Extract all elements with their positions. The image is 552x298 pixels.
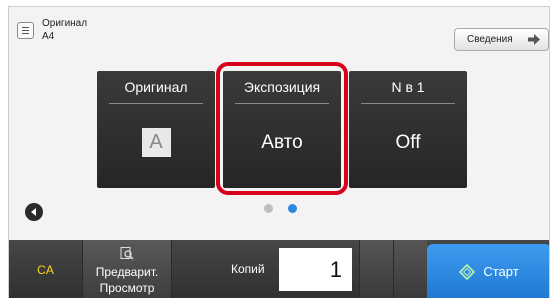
preview-label-2: Просмотр	[99, 281, 155, 295]
original-size: A4	[42, 31, 55, 42]
arrow-right-icon	[528, 34, 540, 45]
card-n-in-1-title: N в 1	[391, 79, 425, 95]
start-button[interactable]: Старт	[427, 244, 549, 298]
highlight-frame	[216, 62, 348, 195]
card-original-title: Оригинал	[124, 79, 188, 95]
preview-button[interactable]: Предварит. Просмотр	[82, 240, 172, 298]
original-document-icon	[17, 22, 34, 39]
card-divider	[361, 103, 455, 104]
card-n-in-1[interactable]: N в 1 Off	[349, 71, 467, 188]
details-button[interactable]: Сведения	[454, 28, 549, 51]
details-label: Сведения	[467, 34, 513, 45]
card-n-in-1-value: Off	[395, 132, 421, 153]
copies-label: Копий	[231, 262, 265, 276]
original-label: Оригинал	[42, 18, 88, 29]
original-info[interactable]: Оригинал A4	[17, 17, 87, 43]
preview-magnifier-icon	[120, 247, 134, 260]
card-divider	[109, 103, 203, 104]
page-dot-2-active[interactable]	[288, 204, 297, 213]
start-label: Старт	[483, 264, 519, 279]
scroll-left-icon[interactable]	[25, 203, 43, 221]
card-original-value: A	[141, 128, 171, 157]
bottom-bar: CA Предварит. Просмотр Копий 1 Старт	[9, 240, 549, 298]
page-dot-1[interactable]	[264, 204, 273, 213]
ca-label: CA	[37, 262, 54, 277]
copy-screen: Оригинал A4 Сведения Оригинал A Экспозиц…	[8, 6, 550, 298]
start-diamond-icon	[459, 263, 476, 280]
preview-label-1: Предварит.	[95, 265, 159, 279]
clear-all-button[interactable]: CA	[9, 240, 82, 298]
card-original[interactable]: Оригинал A	[97, 71, 215, 188]
copies-input[interactable]: 1	[279, 248, 352, 291]
blank-key-2[interactable]	[393, 240, 427, 298]
blank-key-1[interactable]	[359, 240, 393, 298]
